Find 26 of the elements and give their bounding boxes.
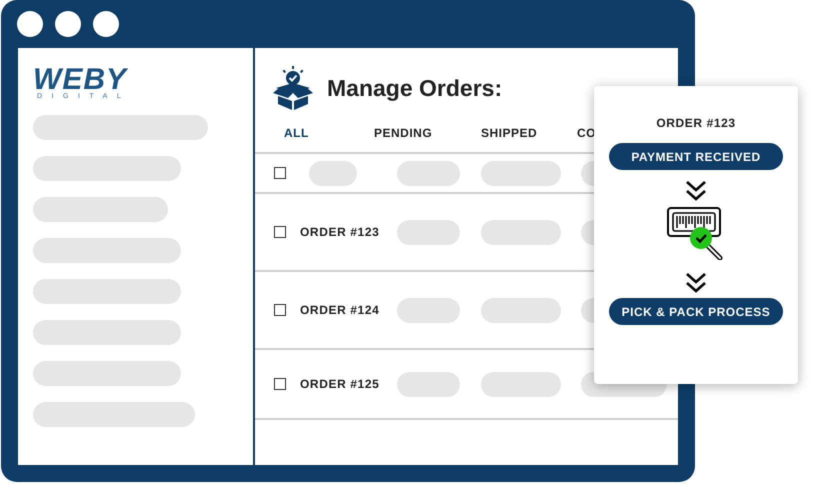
placeholder-bar (309, 160, 357, 186)
order-label: ORDER #125 (300, 377, 380, 391)
placeholder-bar (397, 220, 460, 244)
status-button[interactable]: PICK & PACK PROCESS (609, 298, 783, 325)
window-dot[interactable] (55, 11, 81, 37)
order-label: ORDER #123 (300, 225, 380, 239)
window-dot[interactable] (93, 11, 119, 37)
box-check-icon (273, 66, 313, 110)
placeholder-bar (397, 372, 460, 396)
status-button[interactable]: PAYMENT RECEIVED (609, 143, 783, 170)
page-title: Manage Orders: (327, 74, 502, 102)
window-dot[interactable] (17, 11, 43, 37)
logo-wordmark: WEBY (33, 66, 127, 93)
tab[interactable]: SHIPPED (481, 125, 538, 141)
checkbox[interactable] (274, 304, 286, 316)
double-chevron-icon (685, 180, 707, 202)
order-label: ORDER #124 (300, 303, 380, 317)
placeholder-bar (397, 160, 460, 186)
tab[interactable]: PENDING (374, 125, 432, 141)
checkbox[interactable] (274, 378, 286, 390)
order-label: ORDER #123 (656, 116, 736, 130)
checkbox[interactable] (274, 226, 286, 238)
checkbox[interactable] (274, 167, 286, 179)
double-chevron-icon (685, 272, 707, 294)
tab[interactable]: ALL (284, 125, 309, 141)
placeholder-bar (397, 298, 460, 322)
